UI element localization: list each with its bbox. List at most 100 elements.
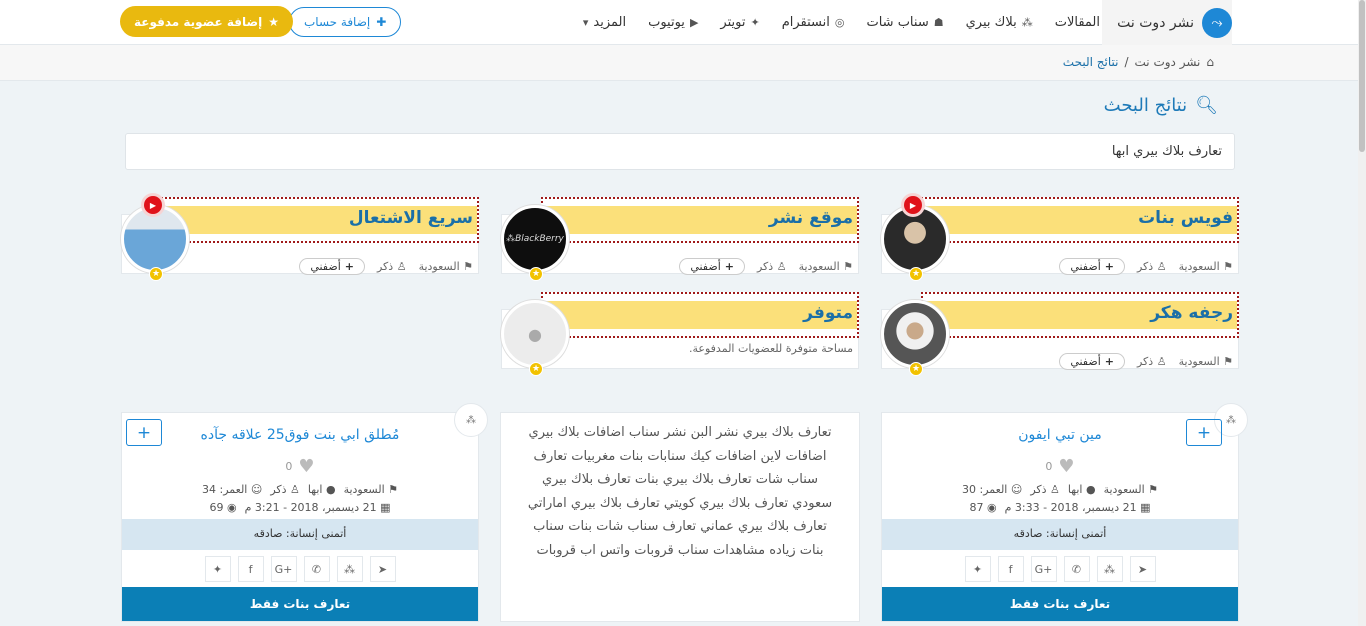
brand[interactable]: نشر دوت نت ⤳ xyxy=(1102,0,1232,45)
star-badge-icon: ★ xyxy=(529,362,543,376)
dating-cta-button[interactable]: تعارف بنات فقط xyxy=(122,587,478,621)
featured-description: مساحة متوفرة للعضويات المدفوعة. xyxy=(689,342,853,355)
breadcrumb-home[interactable]: نشر دوت نت xyxy=(1135,55,1201,69)
caret-icon: ▾ xyxy=(582,16,589,29)
nav-twitter[interactable]: ✦ تويتر xyxy=(720,15,759,30)
follow-button[interactable]: + أضفني xyxy=(679,258,745,275)
blackberry-icon[interactable]: ⁂ xyxy=(1096,556,1123,582)
gender: ♙ ذكر xyxy=(756,260,787,273)
breadcrumb: ⌂ نشر دوت نت / نتائج البحث xyxy=(1063,55,1214,69)
profile-name[interactable]: مين تبي ايفون xyxy=(882,427,1238,443)
featured-card[interactable]: موقع نشر ⁂BlackBerry ★ ⚑ السعودية ♙ ذكر … xyxy=(501,197,859,281)
views: ◉ 87 xyxy=(969,501,997,514)
profile-stats: ▦ 21 ديسمبر، 2018 - 3:21 م ◉ 69 xyxy=(122,501,478,514)
profile-card: ⁂ + مُطلق ابي بنت فوق25 علاقه جآده 0 ♥ ⚑ … xyxy=(121,403,488,622)
wish-text: أتمنى إنسانة: صادقه xyxy=(122,519,478,550)
gender: ♙ ذكر xyxy=(1030,483,1060,496)
telegram-icon[interactable]: ➤ xyxy=(369,556,396,582)
nav-label: سناب شات xyxy=(866,15,929,30)
heart-icon[interactable]: ♥ xyxy=(298,456,314,477)
views: ◉ 69 xyxy=(209,501,237,514)
blackberry-icon[interactable]: ⁂ xyxy=(336,556,363,582)
google-plus-icon[interactable]: G+ xyxy=(270,556,297,582)
breadcrumb-current: نتائج البحث xyxy=(1062,55,1119,69)
featured-name[interactable]: فويس بنات xyxy=(1138,208,1233,228)
featured-card[interactable]: رجفه هكر ★ ⚑ السعودية ♙ ذكر + أضفني xyxy=(881,292,1239,376)
search-input[interactable]: تعارف بلاك بيري ابها xyxy=(125,133,1235,170)
add-account-button[interactable]: ✚ إضافة حساب xyxy=(289,7,402,37)
nav-youtube[interactable]: ▶ يوتيوب xyxy=(648,15,698,30)
gender: ♙ ذكر xyxy=(270,483,300,496)
featured-name[interactable]: موقع نشر xyxy=(769,208,853,228)
main-nav: المقالات ⁂ بلاك بيري ☗ سناب شات ◎ انستقرام … xyxy=(583,0,1100,45)
instagram-icon: ◎ xyxy=(834,16,845,29)
nav-articles[interactable]: المقالات xyxy=(1055,15,1100,30)
google-plus-icon[interactable]: G+ xyxy=(1030,556,1057,582)
follow-button[interactable]: + أضفني xyxy=(299,258,365,275)
profile-info: ⚑ السعودية ● ابها ♙ ذكر ☺ العمر: 34 xyxy=(122,483,478,496)
add-paid-label: إضافة عضوية مدفوعة xyxy=(134,14,263,29)
profile-info: ⚑ السعودية ● ابها ♙ ذكر ☺ العمر: 30 xyxy=(882,483,1238,496)
follow-button[interactable]: + أضفني xyxy=(1059,258,1125,275)
scrollbar[interactable] xyxy=(1358,0,1366,626)
add-paid-membership-button[interactable]: ★ إضافة عضوية مدفوعة xyxy=(120,6,294,37)
breadcrumb-separator: / xyxy=(1124,55,1129,69)
telegram-icon[interactable]: ➤ xyxy=(1129,556,1156,582)
nav-more[interactable]: المزيد ▾ xyxy=(583,15,626,30)
country: ⚑ السعودية xyxy=(343,483,398,496)
follow-button[interactable]: + أضفني xyxy=(1059,353,1125,370)
scrollbar-thumb[interactable] xyxy=(1359,0,1365,152)
nav-label: يوتيوب xyxy=(648,15,685,30)
country: ⚑ السعودية xyxy=(1178,260,1233,273)
age: ☺ العمر: 34 xyxy=(202,483,263,496)
country: ⚑ السعودية xyxy=(418,260,473,273)
avatar[interactable]: ⁂BlackBerry xyxy=(501,205,569,273)
featured-meta: ⚑ السعودية ♙ ذكر + أضفني xyxy=(299,258,473,275)
heart-icon[interactable]: ♥ xyxy=(1058,456,1074,477)
star-badge-icon: ★ xyxy=(909,267,923,281)
gender: ♙ ذكر xyxy=(1136,260,1167,273)
date: ▦ 21 ديسمبر، 2018 - 3:33 م xyxy=(1004,501,1151,514)
date: ▦ 21 ديسمبر، 2018 - 3:21 م xyxy=(244,501,391,514)
nav-label: بلاك بيري xyxy=(965,15,1017,30)
snapchat-icon: ☗ xyxy=(933,16,944,29)
featured-card-available[interactable]: متوفر ● ★ مساحة متوفرة للعضويات المدفوعة… xyxy=(501,292,859,376)
nav-snapchat[interactable]: ☗ سناب شات xyxy=(866,15,943,30)
country: ⚑ السعودية xyxy=(1178,355,1233,368)
nav-instagram[interactable]: ◎ انستقرام xyxy=(782,15,845,30)
plus-icon: ✚ xyxy=(376,15,387,29)
facebook-icon[interactable]: f xyxy=(237,556,264,582)
voice-play-icon[interactable]: ▶ xyxy=(901,193,925,217)
likes-count: 0 xyxy=(1045,460,1053,473)
featured-card[interactable]: فويس بنات ▶ ★ ⚑ السعودية ♙ ذكر + أضفني xyxy=(881,193,1239,281)
featured-name[interactable]: رجفه هكر xyxy=(1150,303,1233,323)
profile-stats: ▦ 21 ديسمبر، 2018 - 3:33 م ◉ 87 xyxy=(882,501,1238,514)
age: ☺ العمر: 30 xyxy=(962,483,1023,496)
voice-play-icon[interactable]: ▶ xyxy=(141,193,165,217)
twitter-icon[interactable]: ✦ xyxy=(204,556,231,582)
whatsapp-icon[interactable]: ✆ xyxy=(303,556,330,582)
user-placeholder-icon: ● xyxy=(501,300,569,368)
brand-name[interactable]: نشر دوت نت xyxy=(1117,15,1194,31)
page-title-text: نتائج البحث xyxy=(1103,95,1188,116)
wish-text: أتمنى إنسانة: صادقه xyxy=(882,519,1238,550)
top-navbar: نشر دوت نت ⤳ المقالات ⁂ بلاك بيري ☗ سناب ش… xyxy=(0,0,1358,45)
nav-blackberry[interactable]: ⁂ بلاك بيري xyxy=(966,15,1033,30)
star-icon: ★ xyxy=(268,14,280,29)
dating-cta-button[interactable]: تعارف بنات فقط xyxy=(882,587,1238,621)
facebook-icon[interactable]: f xyxy=(997,556,1024,582)
profile-name[interactable]: مُطلق ابي بنت فوق25 علاقه جآده xyxy=(122,427,478,443)
country: ⚑ السعودية xyxy=(1103,483,1158,496)
featured-name[interactable]: سريع الاشتعال xyxy=(349,208,473,228)
twitter-icon: ✦ xyxy=(750,16,760,29)
featured-name[interactable]: متوفر xyxy=(803,303,853,323)
nav-label: المقالات xyxy=(1054,15,1100,30)
whatsapp-icon[interactable]: ✆ xyxy=(1063,556,1090,582)
star-badge-icon: ★ xyxy=(529,267,543,281)
nav-label: انستقرام xyxy=(781,15,830,30)
profile-card: ⁂ + مين تبي ايفون 0 ♥ ⚑ السعودية ● ابها ♙… xyxy=(881,403,1248,622)
twitter-icon[interactable]: ✦ xyxy=(964,556,991,582)
featured-card[interactable]: سريع الاشتعال ▶ ★ ⚑ السعودية ♙ ذكر + أضفن… xyxy=(121,193,479,281)
gender: ♙ ذكر xyxy=(376,260,407,273)
avatar[interactable] xyxy=(881,300,949,368)
